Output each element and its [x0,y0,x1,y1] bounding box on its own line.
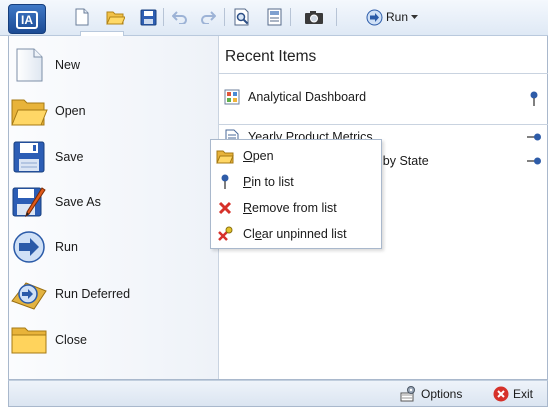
exit-label: Exit [513,387,534,401]
context-clear-label: Clear unpinned list [243,227,347,241]
context-open[interactable]: Open [211,143,381,169]
exit-button[interactable]: Exit [493,385,533,403]
redo-icon[interactable] [198,7,218,27]
command-close[interactable]: Close [9,319,218,361]
command-run[interactable]: Run [9,226,218,268]
new-document-icon [16,48,43,82]
folder-closed-icon [11,327,47,354]
application-menu-button[interactable]: IA [8,4,46,34]
properties-icon[interactable] [264,7,284,27]
command-save[interactable]: Save [9,136,218,178]
command-new[interactable]: New [9,44,218,86]
run-arrow-icon [13,231,45,263]
command-label: Close [55,333,87,347]
menu-footer: Options Exit [8,380,548,407]
command-label: New [55,58,81,72]
open-icon[interactable] [105,7,125,27]
run-deferred-icon [11,282,47,310]
run-label: Run [386,10,409,24]
command-label: Run [55,240,78,254]
snapshot-icon[interactable] [304,7,324,27]
run-icon [366,9,383,25]
context-pin[interactable]: Pin to list [211,169,381,195]
command-label: Save As [55,195,101,209]
unpinned-icon[interactable] [526,153,542,169]
context-open-label: Open [243,149,274,163]
new-icon[interactable] [72,7,92,27]
chevron-down-icon [411,14,419,19]
remove-x-icon [218,201,232,215]
command-label: Open [55,104,86,118]
quick-access-toolbar: IA Run [0,0,548,38]
exit-icon [493,386,509,402]
undo-icon[interactable] [170,7,190,27]
command-label: Save [55,150,84,164]
recent-item[interactable]: Analytical Dashboard [219,86,548,108]
command-open[interactable]: Open [9,90,218,132]
context-remove-label: Remove from list [243,201,337,215]
recent-items-title: Recent Items [225,48,317,65]
folder-open-icon [11,99,48,126]
options-button[interactable]: Options [399,385,462,403]
dashboard-icon [224,89,240,105]
command-label: Run Deferred [55,287,131,301]
options-icon [400,386,415,402]
context-clear-unpinned[interactable]: Clear unpinned list [211,221,381,247]
app-logo: IA [16,11,38,29]
recent-item-label: Analytical Dashboard [248,90,367,104]
run-dropdown-button[interactable]: Run [366,7,419,27]
folder-open-icon [216,150,234,163]
context-pin-label: Pin to list [243,175,294,189]
clear-unpinned-icon [218,226,233,241]
command-run-deferred[interactable]: Run Deferred [9,273,218,315]
command-list: New Open Save Save As Run Run Deferred C… [9,36,219,379]
pin-icon [221,174,229,189]
print-preview-icon[interactable] [232,7,252,27]
floppy-disk-icon [13,141,45,173]
pinned-icon[interactable] [526,91,542,107]
recent-item-context-menu: Open Pin to list Remove from list Clear … [210,139,382,249]
save-icon[interactable] [138,7,158,27]
unpinned-icon[interactable] [526,129,542,145]
context-remove[interactable]: Remove from list [211,195,381,221]
save-as-icon [12,187,46,218]
options-label: Options [421,387,463,401]
command-save-as[interactable]: Save As [9,181,218,223]
